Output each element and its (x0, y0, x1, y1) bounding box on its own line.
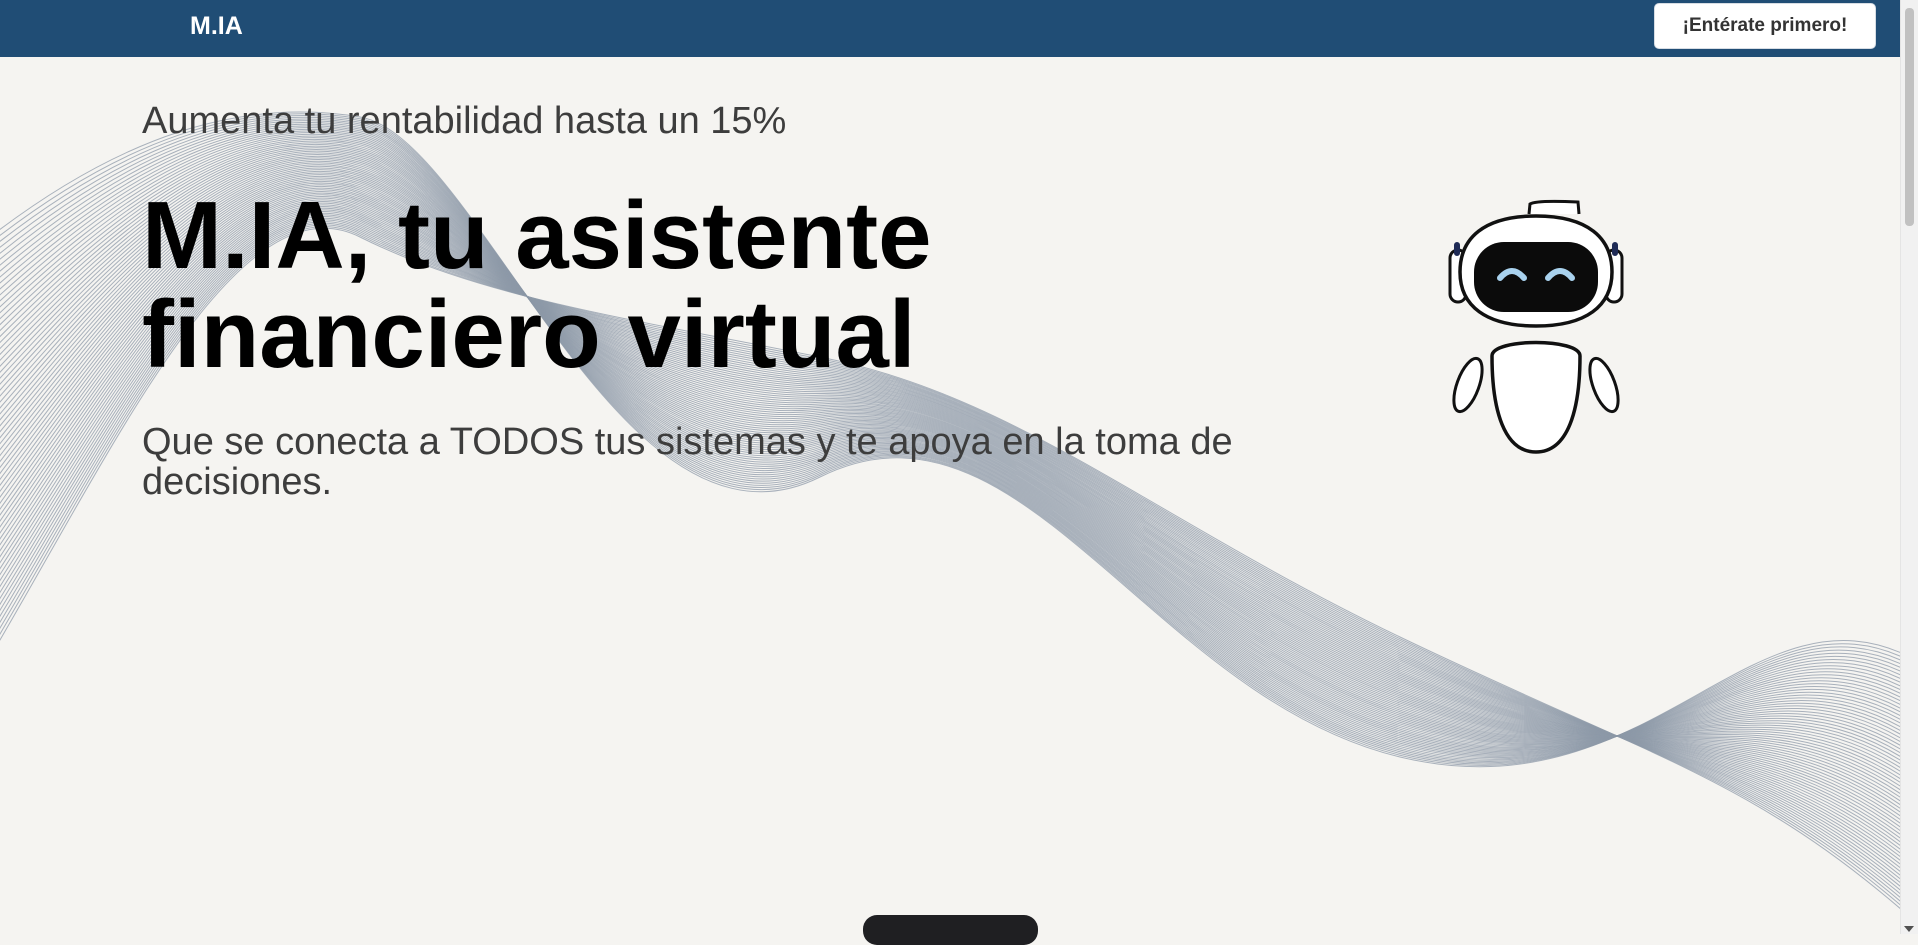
brand-logo[interactable]: M.IA (190, 12, 243, 41)
hero-headline-line-1: M.IA, tu asistente (142, 182, 932, 289)
hero-headline: M.IA, tu asistente financiero virtual (142, 186, 1042, 384)
hero-subtitle: Que se conecta a TODOS tus sistemas y te… (142, 421, 1233, 503)
top-navbar: M.IA ¡Entérate primero! (0, 0, 1900, 57)
robot-mascot-icon (1448, 199, 1624, 454)
hero-section: Aumenta tu rentabilidad hasta un 15% M.I… (142, 100, 1342, 502)
scrollbar-thumb[interactable] (1905, 8, 1914, 226)
floating-toolbar[interactable] (863, 915, 1038, 945)
vertical-scrollbar[interactable] (1900, 0, 1918, 934)
scroll-down-arrow-icon[interactable] (1904, 926, 1914, 932)
hero-headline-line-2: financiero virtual (142, 281, 916, 388)
hero-eyebrow: Aumenta tu rentabilidad hasta un 15% (142, 100, 787, 142)
enterate-primero-button[interactable]: ¡Entérate primero! (1654, 3, 1876, 49)
